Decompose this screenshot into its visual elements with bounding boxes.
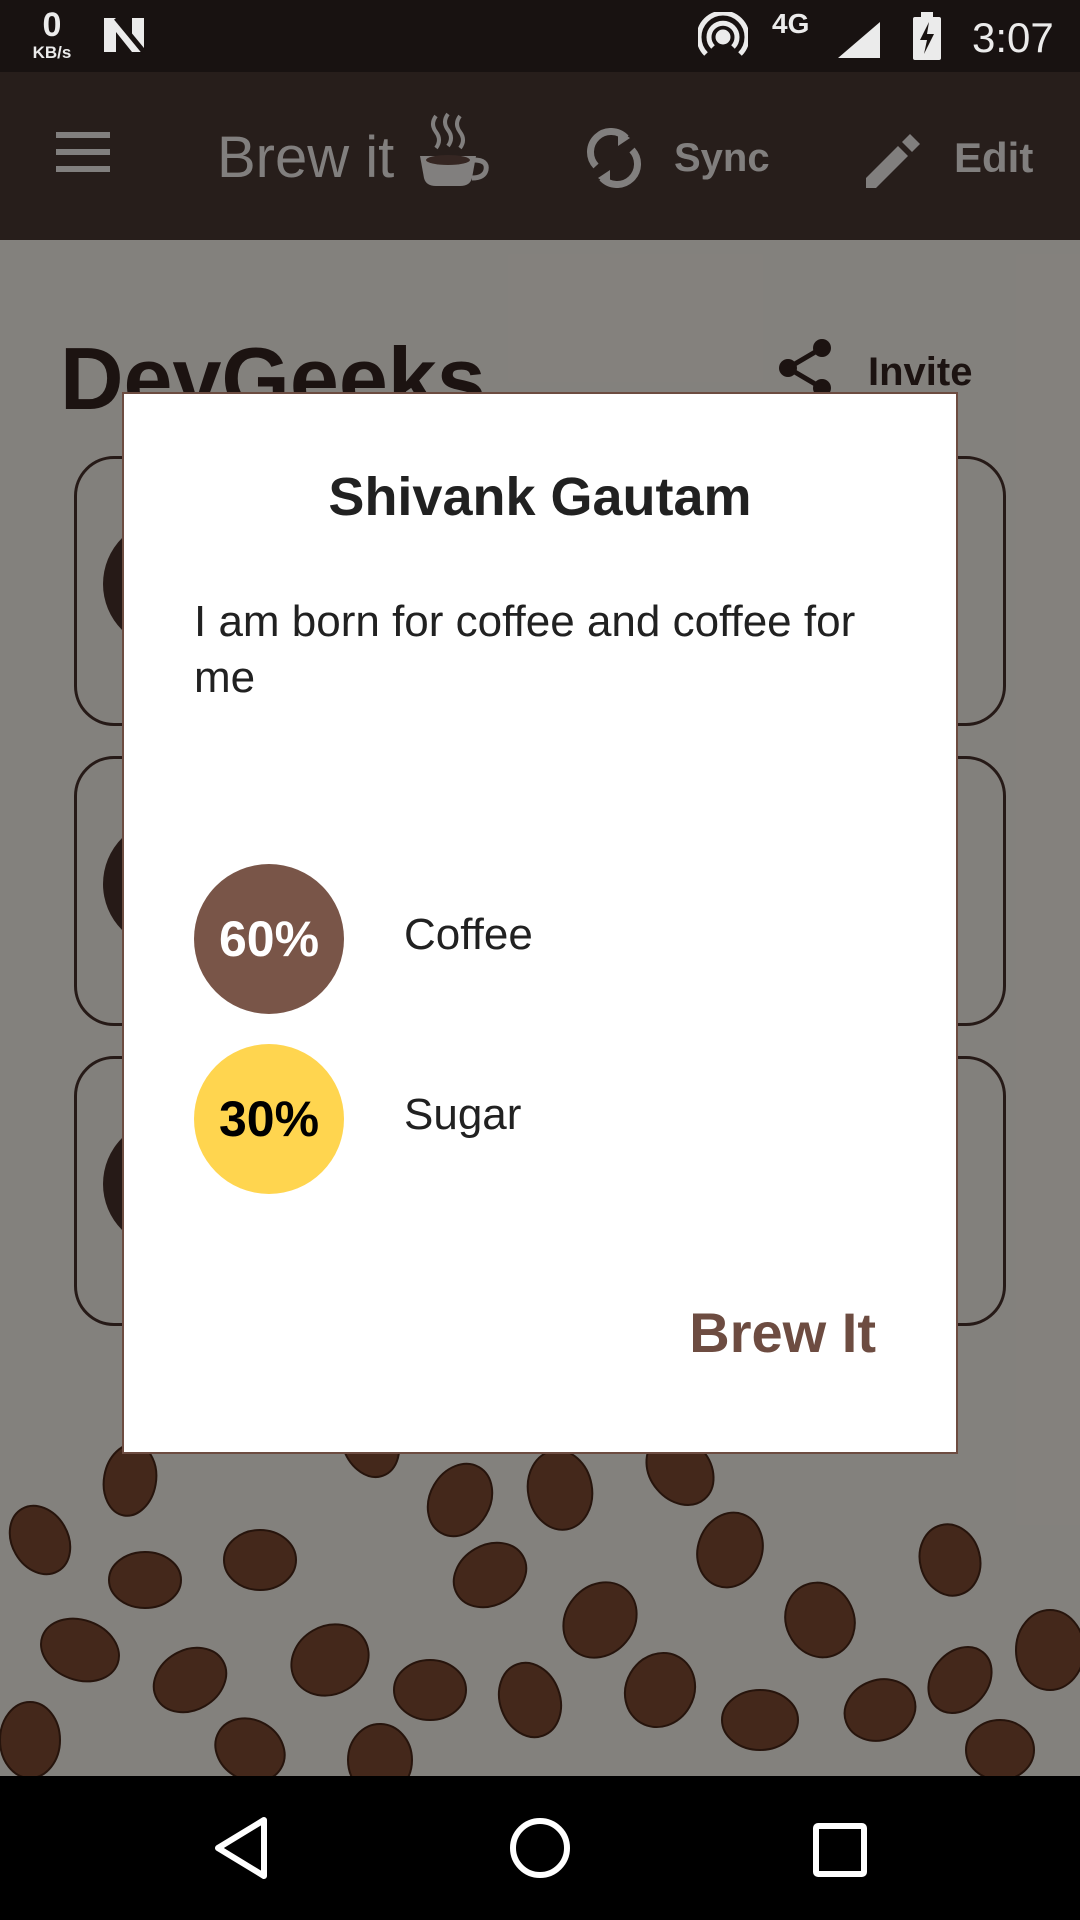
recent-apps-icon[interactable] xyxy=(812,1822,868,1883)
ingredient-row-coffee: 60% Coffee xyxy=(194,864,794,1014)
member-dialog: Shivank Gautam I am born for coffee and … xyxy=(122,392,958,1454)
ingredient-row-sugar: 30% Sugar xyxy=(194,1044,794,1194)
navigation-bar xyxy=(0,1776,1080,1920)
brew-it-button[interactable]: Brew It xyxy=(689,1300,876,1365)
ingredient-name: Sugar xyxy=(404,1090,522,1139)
coffee-percent-badge: 60% xyxy=(194,864,344,1014)
back-icon[interactable] xyxy=(214,1816,270,1885)
dialog-bio: I am born for coffee and coffee for me xyxy=(194,597,856,702)
dialog-title: Shivank Gautam xyxy=(328,467,752,527)
ingredient-name: Coffee xyxy=(404,910,533,959)
sugar-percent-badge: 30% xyxy=(194,1044,344,1194)
home-icon[interactable] xyxy=(508,1816,572,1885)
